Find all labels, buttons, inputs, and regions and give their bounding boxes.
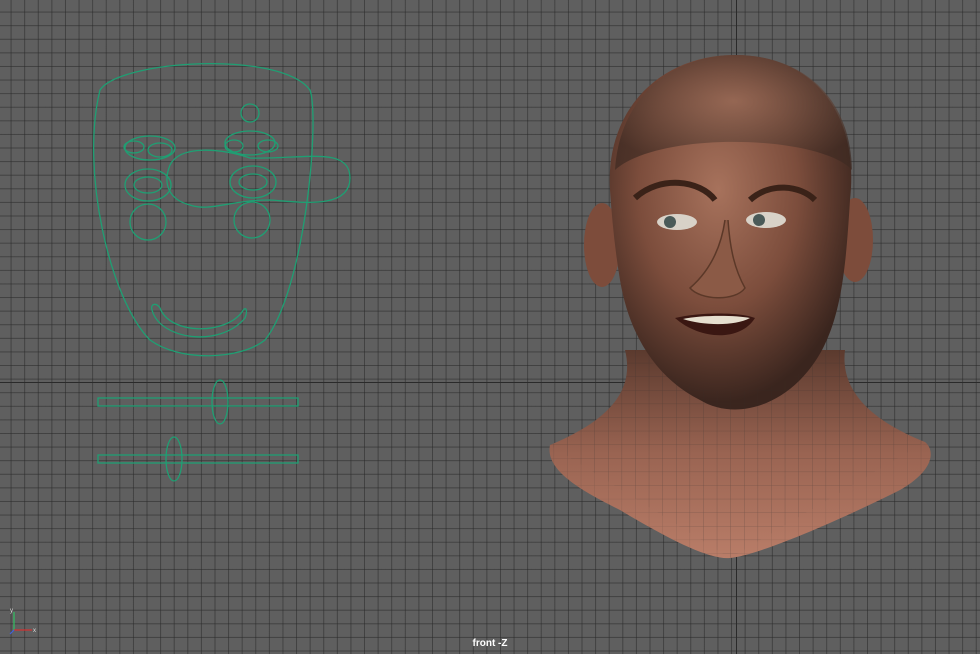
slider-handle-1[interactable] bbox=[211, 379, 229, 425]
right-cheek-control[interactable] bbox=[233, 201, 271, 239]
eye-look-control[interactable] bbox=[166, 149, 351, 208]
left-eye bbox=[657, 214, 697, 230]
left-brow-control[interactable] bbox=[124, 135, 176, 161]
right-eye bbox=[746, 212, 786, 228]
left-cheek-control[interactable] bbox=[129, 203, 167, 241]
axis-gizmo: y x bbox=[9, 608, 36, 635]
slider-handle-2[interactable] bbox=[165, 436, 183, 482]
axis-y-label: y bbox=[10, 608, 13, 614]
axis-x-label: x bbox=[33, 628, 36, 634]
right-eye-control[interactable] bbox=[229, 165, 277, 199]
mouth-control[interactable] bbox=[150, 303, 248, 338]
camera-label: front -Z bbox=[472, 638, 508, 649]
slider-track-2[interactable] bbox=[97, 454, 299, 464]
head-model[interactable] bbox=[540, 50, 940, 562]
slider-track-1[interactable] bbox=[97, 397, 299, 407]
face-outline-control[interactable] bbox=[93, 63, 314, 357]
left-eye-control[interactable] bbox=[124, 168, 172, 202]
brow-center-control[interactable] bbox=[240, 103, 260, 123]
facial-rig-controls[interactable] bbox=[70, 50, 370, 500]
viewport-front[interactable]: y x front -Z bbox=[0, 0, 980, 654]
